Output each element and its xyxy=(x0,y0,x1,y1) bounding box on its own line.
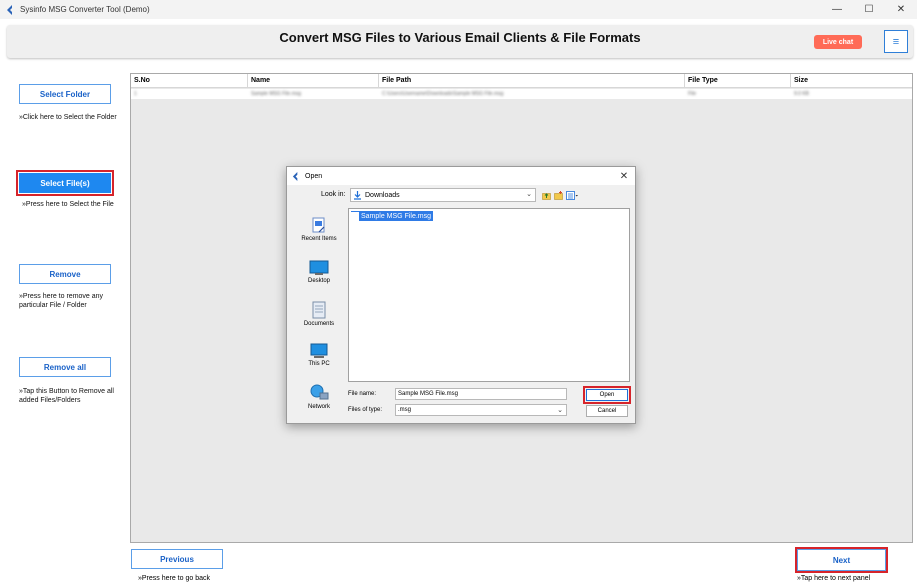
chevron-down-icon: ⌄ xyxy=(526,191,532,198)
open-button[interactable]: Open xyxy=(583,386,631,404)
cell-sno: 1 xyxy=(134,91,137,97)
up-folder-icon[interactable] xyxy=(542,191,551,200)
dialog-toolbar xyxy=(542,188,578,202)
next-button[interactable]: Next xyxy=(795,547,888,573)
remove-button[interactable]: Remove xyxy=(19,264,111,284)
look-in-label: Look in: xyxy=(321,191,346,198)
file-type-label: Files of type: xyxy=(348,407,383,413)
desktop-icon xyxy=(309,260,329,275)
remove-all-note: »Tap this Button to Remove all added Fil… xyxy=(19,388,114,404)
column-size[interactable]: Size xyxy=(791,74,912,88)
app-logo-icon xyxy=(292,171,298,181)
place-documents[interactable]: Documents xyxy=(293,301,345,327)
header-banner: Convert MSG Files to Various Email Clien… xyxy=(7,25,913,58)
select-folder-button[interactable]: Select Folder xyxy=(19,84,111,104)
page-title: Convert MSG Files to Various Email Clien… xyxy=(279,30,641,45)
look-in-dropdown[interactable]: Downloads ⌄ xyxy=(350,188,536,202)
window-title: Sysinfo MSG Converter Tool (Demo) xyxy=(20,5,150,14)
window-controls: — ☐ ✕ xyxy=(821,0,917,19)
view-menu-icon[interactable] xyxy=(566,190,578,200)
cancel-button[interactable]: Cancel xyxy=(586,405,628,417)
next-note: »Tap here to next panel xyxy=(797,575,871,582)
cell-name: Sample MSG File.msg xyxy=(251,91,302,97)
title-bar: Sysinfo MSG Converter Tool (Demo) — ☐ ✕ xyxy=(0,0,917,19)
cell-file-path: C:\Users\Username\Downloads\Sample MSG F… xyxy=(382,91,504,97)
file-item-selected[interactable]: Sample MSG File.msg xyxy=(351,211,434,221)
cell-size: 9.0 KB xyxy=(794,91,810,97)
dialog-title-bar: Open ✕ xyxy=(287,167,635,185)
file-name-input[interactable]: Sample MSG File.msg xyxy=(395,388,567,400)
column-file-path[interactable]: File Path xyxy=(379,74,685,88)
table-row[interactable]: 1 Sample MSG File.msg C:\Users\Username\… xyxy=(131,89,912,99)
chevron-down-icon: ⌄ xyxy=(557,407,563,414)
remove-note: »Press here to remove any particular Fil… xyxy=(19,293,104,309)
table-header: S.No Name File Path File Type Size xyxy=(131,74,912,88)
maximize-button[interactable]: ☐ xyxy=(853,0,885,19)
file-list[interactable]: Sample MSG File.msg xyxy=(348,208,630,382)
app-logo-icon xyxy=(7,4,12,15)
remove-all-button[interactable]: Remove all xyxy=(19,357,111,377)
look-in-value: Downloads xyxy=(365,191,400,199)
cell-file-type: File xyxy=(688,91,697,97)
column-name[interactable]: Name xyxy=(248,74,379,88)
previous-button[interactable]: Previous xyxy=(131,549,223,569)
place-network[interactable]: Network xyxy=(293,384,345,410)
file-name-label: File name: xyxy=(348,391,377,397)
place-recent-items[interactable]: Recent Items xyxy=(293,216,345,242)
close-button[interactable]: ✕ xyxy=(885,0,917,19)
computer-icon xyxy=(310,343,328,358)
column-file-type[interactable]: File Type xyxy=(685,74,791,88)
column-sno[interactable]: S.No xyxy=(131,74,248,88)
open-file-dialog: Open ✕ Look in: Downloads ⌄ Recent Items… xyxy=(286,166,636,424)
file-icon xyxy=(351,211,359,221)
previous-note: »Press here to go back xyxy=(138,575,210,582)
network-icon xyxy=(310,384,329,400)
minimize-button[interactable]: — xyxy=(821,0,853,19)
place-desktop[interactable]: Desktop xyxy=(293,260,345,284)
place-this-pc[interactable]: This PC xyxy=(293,343,345,367)
dialog-title: Open xyxy=(305,172,323,180)
download-arrow-icon xyxy=(354,190,361,200)
select-files-button[interactable]: Select File(s) xyxy=(16,170,114,196)
file-type-dropdown[interactable]: .msg ⌄ xyxy=(395,404,567,416)
places-bar: Recent Items Desktop Documents This PC N… xyxy=(293,208,345,418)
new-folder-icon[interactable] xyxy=(554,190,563,200)
recent-items-icon xyxy=(312,217,325,233)
documents-icon xyxy=(312,301,326,319)
live-chat-button[interactable]: Live chat xyxy=(814,35,862,49)
menu-button[interactable]: ≡ xyxy=(884,30,908,53)
hamburger-icon: ≡ xyxy=(892,35,900,48)
select-folder-note: »Click here to Select the Folder xyxy=(19,114,117,121)
select-files-note: »Press here to Select the File xyxy=(22,201,114,208)
dialog-close-button[interactable]: ✕ xyxy=(617,169,631,183)
